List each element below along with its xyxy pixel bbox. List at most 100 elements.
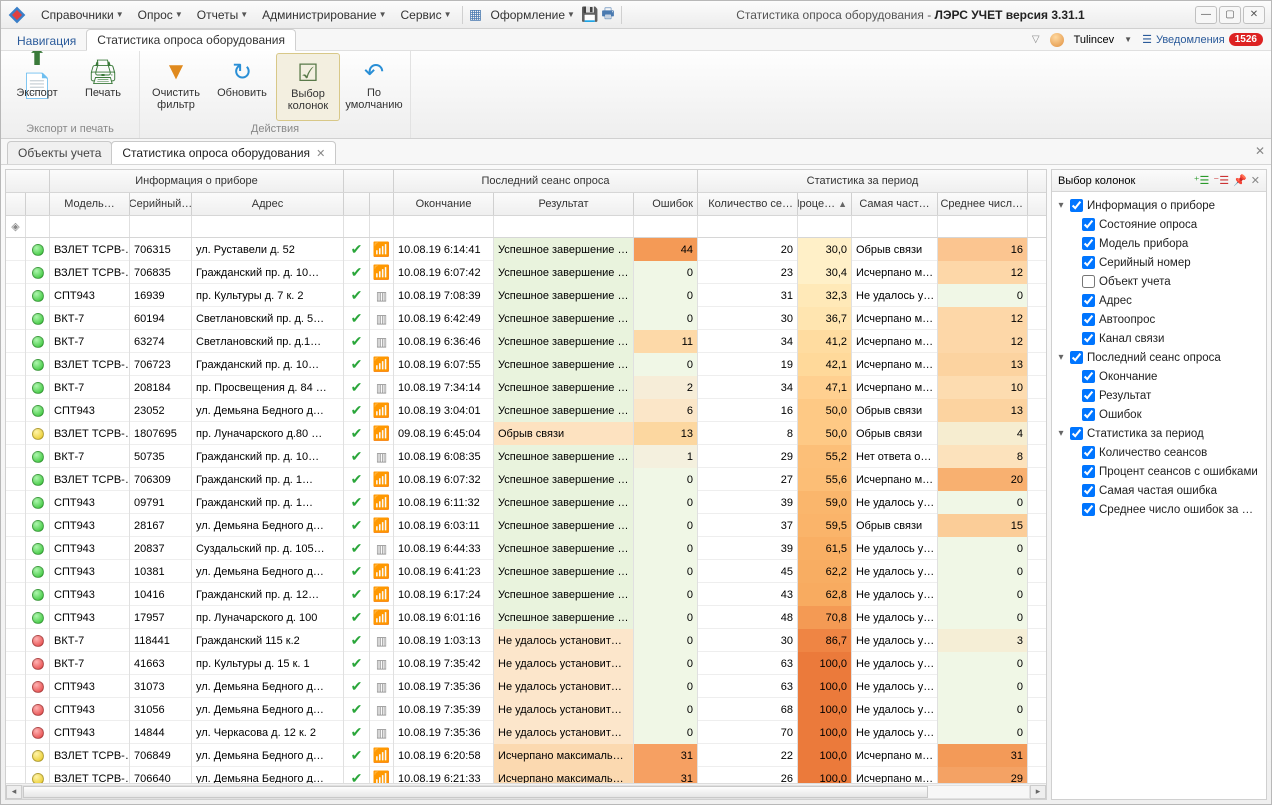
band-header[interactable]: Информация о приборе (50, 170, 344, 192)
item-checkbox[interactable] (1082, 275, 1095, 288)
table-row[interactable]: ВКТ-7208184пр. Просвещения д. 84 …✔▥10.0… (6, 376, 1046, 399)
table-row[interactable]: ВКТ-741663пр. Культуры д. 15 к. 1✔▥10.08… (6, 652, 1046, 675)
band-header[interactable]: Последний сеанс опроса (394, 170, 698, 192)
close-button[interactable]: ✕ (1243, 6, 1265, 24)
item-checkbox[interactable] (1082, 465, 1095, 478)
filter-cell[interactable] (370, 216, 394, 237)
item-checkbox[interactable] (1082, 503, 1095, 516)
expand-icon[interactable]: ▾ (1056, 200, 1066, 211)
column-header[interactable] (26, 193, 50, 215)
tree-item[interactable]: Адрес (1056, 291, 1262, 310)
item-checkbox[interactable] (1082, 446, 1095, 459)
filter-cell[interactable] (26, 216, 50, 237)
column-header[interactable]: Количество се… (698, 193, 798, 215)
table-row[interactable]: ВЗЛЕТ ТСРВ-…706835Гражданский пр. д. 10…… (6, 261, 1046, 284)
table-row[interactable]: СПТ94310416Гражданский пр. д. 12…✔📶10.08… (6, 583, 1046, 606)
band-header[interactable] (344, 170, 394, 192)
scroll-track[interactable] (22, 785, 1030, 799)
table-row[interactable]: ВЗЛЕТ ТСРВ-…706309Гражданский пр. д. 1…✔… (6, 468, 1046, 491)
export-button[interactable]: ⬆📄Экспорт (5, 53, 69, 121)
filter-cell[interactable] (344, 216, 370, 237)
tree-item[interactable]: Процент сеансов с ошибками (1056, 462, 1262, 481)
table-row[interactable]: СПТ94316939пр. Культуры д. 7 к. 2✔▥10.08… (6, 284, 1046, 307)
reset-button[interactable]: ↶По умолчанию (342, 53, 406, 121)
add-column-icon[interactable]: ⁺☰ (1194, 174, 1210, 187)
close-panel-icon[interactable]: ✕ (1251, 174, 1260, 187)
table-row[interactable]: ВКТ-750735Гражданский пр. д. 10…✔▥10.08.… (6, 445, 1046, 468)
theme-icon[interactable]: ▦ (467, 6, 485, 24)
nav-tab-navigation[interactable]: Навигация (7, 31, 86, 51)
horizontal-scrollbar[interactable]: ◂ ▸ (6, 783, 1046, 799)
save-layout-icon[interactable]: 💾 (581, 6, 599, 24)
column-header[interactable]: Проце…▲ (798, 193, 852, 215)
band-header[interactable]: Статистика за период (698, 170, 1028, 192)
close-all-tabs-icon[interactable]: ✕ (1255, 144, 1265, 158)
column-header[interactable] (344, 193, 370, 215)
filter-cell[interactable] (50, 216, 130, 237)
menu-4[interactable]: Сервис▼ (395, 5, 458, 25)
tree-item[interactable]: Количество сеансов (1056, 443, 1262, 462)
group-checkbox[interactable] (1070, 351, 1083, 364)
table-row[interactable]: ВКТ-7118441Гражданский 115 к.2✔▥10.08.19… (6, 629, 1046, 652)
table-row[interactable]: ВКТ-760194Светлановский пр. д. 5…✔▥10.08… (6, 307, 1046, 330)
filter-cell[interactable] (634, 216, 698, 237)
tree-item[interactable]: Самая частая ошибка (1056, 481, 1262, 500)
tree-item[interactable]: Канал связи (1056, 329, 1262, 348)
table-row[interactable]: ВЗЛЕТ ТСРВ-…1807695пр. Луначарского д.80… (6, 422, 1046, 445)
maximize-button[interactable]: ▢ (1219, 6, 1241, 24)
collapse-ribbon-icon[interactable]: ▽ (1032, 34, 1040, 45)
column-header[interactable]: Самая част… (852, 193, 938, 215)
tree-item[interactable]: Автоопрос (1056, 310, 1262, 329)
table-row[interactable]: СПТ94317957пр. Луначарского д. 100✔📶10.0… (6, 606, 1046, 629)
item-checkbox[interactable] (1082, 408, 1095, 421)
table-row[interactable]: СПТ94310381ул. Демьяна Бедного д…✔📶10.08… (6, 560, 1046, 583)
user-name[interactable]: Tulincev (1074, 34, 1115, 46)
band-header[interactable] (6, 170, 50, 192)
filter-cell[interactable] (394, 216, 494, 237)
filter-cell[interactable] (698, 216, 798, 237)
tree-item[interactable]: Модель прибора (1056, 234, 1262, 253)
item-checkbox[interactable] (1082, 370, 1095, 383)
item-checkbox[interactable] (1082, 256, 1095, 269)
clear-filter-button[interactable]: ▼Очистить фильтр (144, 53, 208, 121)
menu-1[interactable]: Опрос▼ (132, 5, 189, 25)
table-row[interactable]: ВКТ-763274Светлановский пр. д.1…✔▥10.08.… (6, 330, 1046, 353)
table-row[interactable]: СПТ94328167ул. Демьяна Бедного д…✔📶10.08… (6, 514, 1046, 537)
menu-design[interactable]: Оформление▼ (485, 5, 581, 25)
scroll-thumb[interactable] (23, 786, 928, 798)
doc-tab[interactable]: Объекты учета (7, 141, 112, 164)
table-row[interactable]: ВЗЛЕТ ТСРВ-…706849ул. Демьяна Бедного д…… (6, 744, 1046, 767)
table-row[interactable]: ВЗЛЕТ ТСРВ-…706315ул. Руставели д. 52✔📶1… (6, 238, 1046, 261)
filter-cell[interactable] (130, 216, 192, 237)
print-button[interactable]: 🖨Печать (71, 53, 135, 121)
refresh-button[interactable]: ↻Обновить (210, 53, 274, 121)
column-header[interactable]: Окончание (394, 193, 494, 215)
table-row[interactable]: ВЗЛЕТ ТСРВ-…706640ул. Демьяна Бедного д…… (6, 767, 1046, 783)
table-row[interactable]: СПТ94323052ул. Демьяна Бедного д…✔📶10.08… (6, 399, 1046, 422)
item-checkbox[interactable] (1082, 313, 1095, 326)
item-checkbox[interactable] (1082, 484, 1095, 497)
menu-0[interactable]: Справочники▼ (35, 5, 130, 25)
tree-item[interactable]: Окончание (1056, 367, 1262, 386)
table-row[interactable]: СПТ94331056ул. Демьяна Бедного д…✔▥10.08… (6, 698, 1046, 721)
item-checkbox[interactable] (1082, 294, 1095, 307)
doc-tab[interactable]: Статистика опроса оборудования✕ (111, 141, 336, 164)
menu-3[interactable]: Администрирование▼ (256, 5, 392, 25)
minimize-button[interactable]: — (1195, 6, 1217, 24)
tree-item[interactable]: Серийный номер (1056, 253, 1262, 272)
item-checkbox[interactable] (1082, 237, 1095, 250)
scroll-right-button[interactable]: ▸ (1030, 785, 1046, 799)
column-header[interactable]: Серийный… (130, 193, 192, 215)
table-row[interactable]: ВЗЛЕТ ТСРВ-…706723Гражданский пр. д. 10…… (6, 353, 1046, 376)
filter-cell[interactable] (192, 216, 344, 237)
filter-cell[interactable] (798, 216, 852, 237)
tree-group[interactable]: ▾Информация о приборе (1056, 196, 1262, 215)
tree-group[interactable]: ▾Статистика за период (1056, 424, 1262, 443)
tree-item[interactable]: Состояние опроса (1056, 215, 1262, 234)
table-row[interactable]: СПТ94320837Суздальский пр. д. 105…✔▥10.0… (6, 537, 1046, 560)
column-header[interactable]: Среднее числ… (938, 193, 1028, 215)
filter-cell[interactable] (852, 216, 938, 237)
remove-column-icon[interactable]: ⁻☰ (1213, 174, 1229, 187)
tree-item[interactable]: Ошибок (1056, 405, 1262, 424)
grid-body[interactable]: ВЗЛЕТ ТСРВ-…706315ул. Руставели д. 52✔📶1… (6, 238, 1046, 783)
